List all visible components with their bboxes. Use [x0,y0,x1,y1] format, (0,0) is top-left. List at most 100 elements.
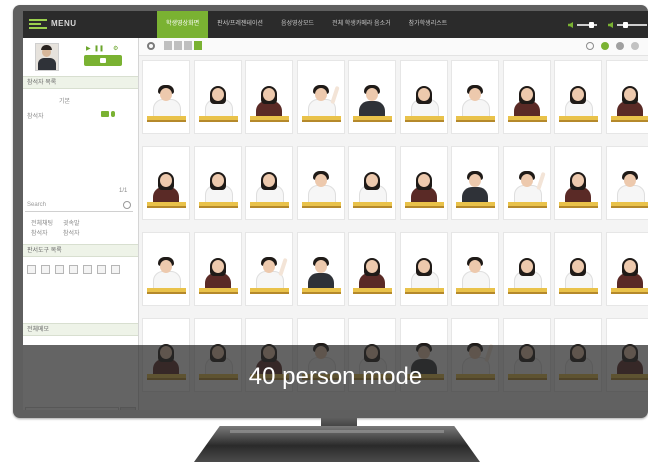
student-video-tile[interactable] [348,146,396,220]
shape-tool-icon[interactable] [55,265,64,274]
raised-hand [278,257,288,277]
student-face [211,88,224,101]
student-face [623,88,636,101]
student-video-tile[interactable] [399,232,448,306]
tab-student-list[interactable]: 참가학생리스트 [400,11,457,38]
refresh-icon[interactable] [586,42,594,50]
student-face [572,88,584,101]
student-video-tile[interactable] [605,60,648,134]
participant-me[interactable]: 참석자 [27,111,44,120]
speaker-volume[interactable] [568,21,597,29]
participant-subheader: 기본 [59,99,71,105]
student-video-tile[interactable] [142,232,190,306]
student-face [314,260,327,273]
mic-icon [608,22,613,28]
view-toolbar [139,38,648,56]
student-video-tile[interactable] [502,232,551,306]
student-face [469,88,481,101]
student-video-tile[interactable] [245,232,293,306]
search-field[interactable]: Search [25,200,133,212]
add-icon[interactable] [616,42,624,50]
student-video-tile[interactable] [605,146,648,220]
option-whisper[interactable]: 귓속말 [63,218,80,227]
student-video-tile[interactable] [193,232,242,306]
mode-banner-text: 40 person mode [248,363,423,390]
gear-icon[interactable] [147,42,155,50]
option-participant-a[interactable]: 참석자 [31,228,48,237]
student-video-tile[interactable] [296,146,345,220]
student-face [417,88,430,101]
notice-header: 전체메모 [23,323,138,336]
line-tool-icon[interactable] [41,265,50,274]
layout-1-icon[interactable] [164,41,172,50]
student-video-tile[interactable] [245,60,293,134]
student-face [160,260,172,273]
student-video-tile[interactable] [502,146,551,220]
student-video-tile[interactable] [554,60,602,134]
student-video-tile[interactable] [605,232,648,306]
search-icon[interactable] [123,201,131,209]
student-desk [147,288,186,294]
student-face [160,174,172,187]
student-video-tile[interactable] [245,146,293,220]
student-video-tile[interactable] [399,60,448,134]
student-face [160,88,172,101]
student-desk [250,288,289,294]
layout-2-icon[interactable] [174,41,182,50]
student-video-tile[interactable] [554,232,602,306]
student-face [572,174,584,187]
student-desk [404,288,444,294]
tab-mute-all[interactable]: 전체 학생카메라 음소거 [323,11,400,38]
tab-presentation[interactable]: 판서/프레젠테이션 [208,11,272,38]
student-face [314,88,327,101]
mode-banner: 40 person mode [23,345,648,410]
mic-volume[interactable] [608,21,647,29]
student-video-tile[interactable] [451,60,499,134]
student-video-tile[interactable] [348,60,396,134]
menu-icon[interactable] [29,19,47,30]
monitor-stand-highlight [230,430,444,433]
drawing-tools-header: 판서도구 목록 [23,244,138,257]
layout-40-icon[interactable] [194,41,202,50]
student-video-tile[interactable] [502,60,551,134]
raised-hand [535,171,546,191]
play-icon[interactable]: ▶ [86,45,91,52]
student-video-tile[interactable] [451,232,499,306]
student-desk [147,116,186,122]
student-video-tile[interactable] [193,146,242,220]
layout-3-icon[interactable] [184,41,192,50]
menu-label[interactable]: MENU [51,19,77,28]
student-face [263,88,275,101]
pause-icon[interactable]: ❚❚ [94,45,104,52]
clear-tool-icon[interactable] [111,265,120,274]
text-tool-icon[interactable] [69,265,78,274]
tab-audio-video-mode[interactable]: 음성영상모드 [272,11,323,38]
color-tool-icon[interactable] [97,265,106,274]
pen-tool-icon[interactable] [27,265,36,274]
student-video-tile[interactable] [554,146,602,220]
camera-button[interactable] [84,55,122,66]
student-video-tile[interactable] [193,60,242,134]
student-video-tile[interactable] [142,146,190,220]
drawing-tools [27,265,120,274]
student-video-tile[interactable] [348,232,396,306]
student-video-tile[interactable] [296,232,345,306]
student-desk [353,288,392,294]
student-desk [507,116,547,122]
option-participant-b[interactable]: 참석자 [63,228,80,237]
settings-icon[interactable]: ⚙ [113,45,118,52]
student-desk [456,116,495,122]
student-video-tile[interactable] [142,60,190,134]
eraser-tool-icon[interactable] [83,265,92,274]
tab-student-video[interactable]: 학생영상화면 [157,11,209,38]
option-all-chat[interactable]: 전체채팅 [31,218,53,227]
more-icon[interactable] [631,42,639,50]
raised-hand [329,85,340,105]
student-desk [507,288,547,294]
brush-icon[interactable] [601,42,609,50]
student-video-tile[interactable] [451,146,499,220]
student-desk [198,288,238,294]
student-video-tile[interactable] [399,146,448,220]
student-video-tile[interactable] [296,60,345,134]
student-desk [353,202,392,208]
